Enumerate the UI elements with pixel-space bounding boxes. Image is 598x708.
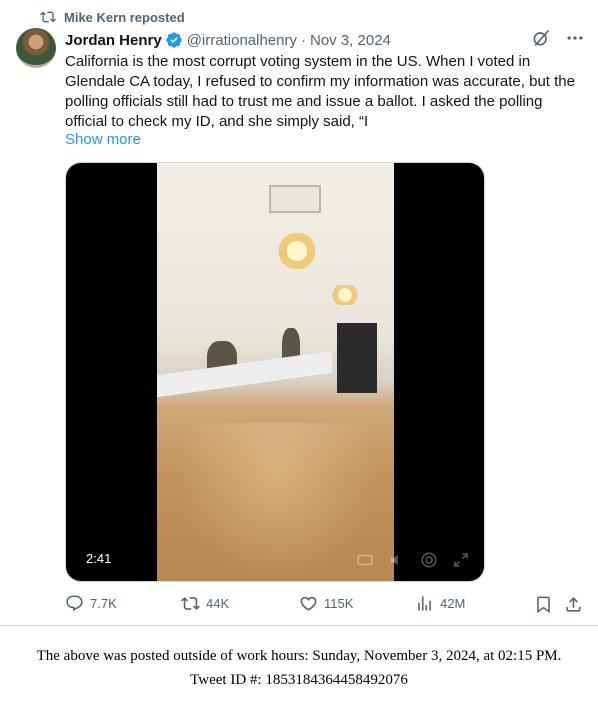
view-count: 42M: [440, 596, 466, 611]
repost-indicator: Mike Kern reposted: [40, 8, 185, 26]
like-count: 115K: [324, 596, 354, 611]
action-bar: 7.7K 44K 115K 42M: [65, 594, 585, 616]
ceiling-light: [325, 285, 365, 305]
fullscreen-icon[interactable]: [452, 551, 470, 569]
room-sign: [269, 185, 321, 213]
reply-icon: [66, 595, 83, 612]
ceiling-light: [269, 233, 325, 269]
repost-icon: [40, 11, 56, 23]
repost-label[interactable]: Mike Kern reposted: [64, 10, 185, 25]
floor: [177, 423, 377, 581]
header-actions: [531, 28, 585, 48]
video-controls: [356, 551, 470, 569]
repost-icon: [181, 597, 200, 610]
reply-count: 7.7K: [90, 596, 117, 611]
avatar[interactable]: [16, 28, 56, 68]
views-icon: [418, 596, 431, 611]
video-player[interactable]: 2:41: [65, 162, 485, 582]
volume-icon[interactable]: [388, 551, 406, 569]
author-name[interactable]: Jordan Henry: [65, 32, 162, 49]
bookmark-icon[interactable]: [534, 595, 553, 614]
repost-button[interactable]: 44K: [181, 594, 229, 613]
more-options-icon[interactable]: [565, 28, 585, 48]
video-thumbnail[interactable]: [157, 163, 394, 581]
heart-icon: [300, 596, 317, 611]
settings-icon[interactable]: [420, 551, 438, 569]
tweet-card[interactable]: Mike Kern reposted Jordan Henry @irratio…: [0, 0, 598, 626]
tweet-text: California is the most corrupt voting sy…: [65, 53, 575, 130]
captions-icon[interactable]: [356, 551, 374, 569]
like-button[interactable]: 115K: [299, 594, 353, 613]
video-duration: 2:41: [80, 550, 118, 567]
posted-outside-hours-note: The above was posted outside of work hou…: [36, 648, 562, 664]
separator-dot: ·: [300, 31, 306, 49]
archive-footer: The above was posted outside of work hou…: [0, 644, 598, 692]
tweet-id-line: Tweet ID #: 1853184364458492076: [190, 672, 408, 688]
show-more-link[interactable]: Show more: [65, 131, 141, 148]
reply-button[interactable]: 7.7K: [65, 594, 117, 613]
views-button[interactable]: 42M: [415, 594, 465, 613]
author-handle[interactable]: @irrationalhenry: [187, 32, 297, 49]
table: [157, 350, 332, 398]
repost-count: 44K: [206, 596, 230, 611]
tweet-header: Jordan Henry @irrationalhenry · Nov 3, 2…: [65, 28, 585, 50]
grok-icon[interactable]: [531, 28, 551, 48]
tweet-date[interactable]: Nov 3, 2024: [310, 32, 391, 49]
verified-badge-icon[interactable]: [165, 31, 183, 49]
cabinet: [337, 323, 377, 393]
share-icon[interactable]: [564, 595, 583, 614]
